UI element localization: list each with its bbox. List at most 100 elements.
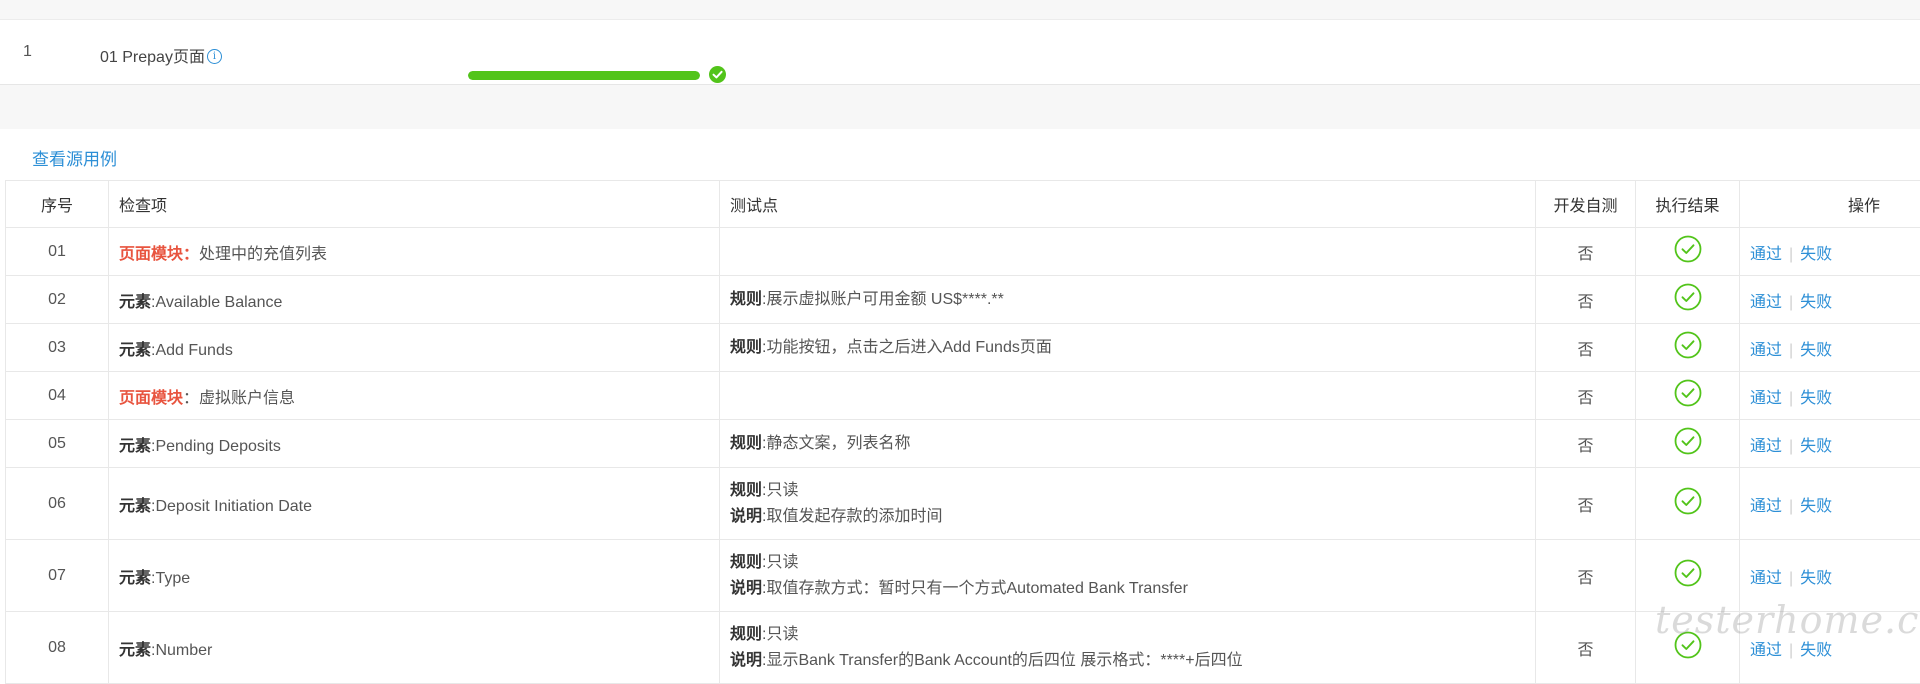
table-row: 08元素:Number规则:只读说明:显示Bank Transfer的Bank … xyxy=(6,612,1920,684)
row-actions: 通过 | 失败 xyxy=(1740,228,1920,276)
table-row: 06元素:Deposit Initiation Date规则:只读说明:取值发起… xyxy=(6,468,1920,540)
row-test-point xyxy=(720,228,1536,276)
table-body: 01页面模块：处理中的充值列表否通过|失败02元素:Available Bala… xyxy=(6,228,1920,684)
fail-button[interactable]: 失败 xyxy=(1800,342,1832,359)
test-point-line: 规则:展示虚拟账户可用金额 US$****.** xyxy=(730,287,1525,313)
test-point-line: 规则:静态文案，列表名称 xyxy=(730,431,1525,457)
progress-complete-icon xyxy=(709,66,726,83)
header-seq: 序号 xyxy=(6,181,109,228)
top-band xyxy=(0,0,1920,20)
fail-button[interactable]: 失败 xyxy=(1800,390,1832,407)
check-circle-icon xyxy=(1674,427,1702,460)
fail-button[interactable]: 失败 xyxy=(1800,246,1832,263)
row-check-item: 元素:Deposit Initiation Date xyxy=(109,468,720,540)
fail-button[interactable]: 失败 xyxy=(1800,294,1832,311)
check-circle-icon xyxy=(1674,379,1702,412)
item-label: 页面模块： xyxy=(119,246,199,263)
row-check-item: 元素:Available Balance xyxy=(109,276,720,324)
action-divider: | xyxy=(1789,570,1793,587)
test-point-text: :功能按钮，点击之后进入Add Funds页面 xyxy=(762,339,1052,356)
section-divider xyxy=(0,85,1920,129)
row-result xyxy=(1636,372,1740,420)
item-label: 元素 xyxy=(119,294,151,311)
row-seq: 02 xyxy=(6,276,109,324)
action-divider: | xyxy=(1789,498,1793,515)
test-point-label: 规则 xyxy=(730,435,762,452)
pass-button[interactable]: 通过 xyxy=(1750,342,1782,359)
row-dev-selftest: 否 xyxy=(1536,420,1636,468)
action-divider: | xyxy=(1789,642,1793,659)
test-point-text: :只读 xyxy=(762,554,798,571)
row-dev-selftest: 否 xyxy=(1536,468,1636,540)
test-point-line: 规则:功能按钮，点击之后进入Add Funds页面 xyxy=(730,335,1525,361)
pass-button[interactable]: 通过 xyxy=(1750,642,1782,659)
row-test-point: 规则:功能按钮，点击之后进入Add Funds页面 xyxy=(720,324,1536,372)
item-label: 页面模块 xyxy=(119,390,183,407)
action-divider: | xyxy=(1789,438,1793,455)
item-text: :Type xyxy=(151,570,190,587)
test-point-line: 说明:显示Bank Transfer的Bank Account的后四位 展示格式… xyxy=(730,648,1525,674)
case-summary-row[interactable]: 1 01 Prepay页面i xyxy=(0,20,1920,85)
header-point: 测试点 xyxy=(720,181,1536,228)
test-point-label: 规则 xyxy=(730,482,762,499)
row-test-point: 规则:静态文案，列表名称 xyxy=(720,420,1536,468)
fail-button[interactable]: 失败 xyxy=(1800,498,1832,515)
fail-button[interactable]: 失败 xyxy=(1800,438,1832,455)
test-point-line: 规则:只读 xyxy=(730,478,1525,504)
test-point-line: 说明:取值存款方式：暂时只有一个方式Automated Bank Transfe… xyxy=(730,576,1525,602)
row-actions: 通过 | 失败 xyxy=(1740,540,1920,612)
action-divider: | xyxy=(1789,246,1793,263)
info-icon[interactable]: i xyxy=(207,49,222,64)
table-row: 07元素:Type规则:只读说明:取值存款方式：暂时只有一个方式Automate… xyxy=(6,540,1920,612)
row-seq: 04 xyxy=(6,372,109,420)
row-seq: 03 xyxy=(6,324,109,372)
check-circle-icon xyxy=(1674,487,1702,520)
row-dev-selftest: 否 xyxy=(1536,612,1636,684)
row-actions: 通过 | 失败 xyxy=(1740,372,1920,420)
progress-fill xyxy=(468,71,700,80)
row-dev-selftest: 否 xyxy=(1536,540,1636,612)
row-dev-selftest: 否 xyxy=(1536,324,1636,372)
test-point-label: 说明 xyxy=(730,508,762,525)
row-result xyxy=(1636,228,1740,276)
row-result xyxy=(1636,540,1740,612)
item-text: :Number xyxy=(151,642,212,659)
case-index: 1 xyxy=(23,43,32,61)
pass-button[interactable]: 通过 xyxy=(1750,294,1782,311)
row-seq: 01 xyxy=(6,228,109,276)
test-point-text: :静态文案，列表名称 xyxy=(762,435,910,452)
check-circle-icon xyxy=(1674,331,1702,364)
row-check-item: 页面模块：虚拟账户信息 xyxy=(109,372,720,420)
action-divider: | xyxy=(1789,390,1793,407)
row-seq: 05 xyxy=(6,420,109,468)
pass-button[interactable]: 通过 xyxy=(1750,570,1782,587)
test-point-label: 规则 xyxy=(730,554,762,571)
item-label: 元素 xyxy=(119,342,151,359)
table-row: 01页面模块：处理中的充值列表否通过|失败 xyxy=(6,228,1920,276)
header-item: 检查项 xyxy=(109,181,720,228)
row-seq: 07 xyxy=(6,540,109,612)
row-actions: 通过 | 失败 xyxy=(1740,420,1920,468)
row-test-point: 规则:只读说明:取值存款方式：暂时只有一个方式Automated Bank Tr… xyxy=(720,540,1536,612)
fail-button[interactable]: 失败 xyxy=(1800,570,1832,587)
row-dev-selftest: 否 xyxy=(1536,276,1636,324)
row-test-point: 规则:展示虚拟账户可用金额 US$****.** xyxy=(720,276,1536,324)
check-circle-icon xyxy=(1674,559,1702,592)
pass-button[interactable]: 通过 xyxy=(1750,498,1782,515)
row-check-item: 页面模块：处理中的充值列表 xyxy=(109,228,720,276)
item-text: :Available Balance xyxy=(151,294,282,311)
pass-button[interactable]: 通过 xyxy=(1750,390,1782,407)
row-seq: 06 xyxy=(6,468,109,540)
table-row: 05元素:Pending Deposits规则:静态文案，列表名称否通过|失败 xyxy=(6,420,1920,468)
item-text: 处理中的充值列表 xyxy=(199,246,327,263)
row-result xyxy=(1636,276,1740,324)
pass-button[interactable]: 通过 xyxy=(1750,246,1782,263)
fail-button[interactable]: 失败 xyxy=(1800,642,1832,659)
action-divider: | xyxy=(1789,342,1793,359)
row-test-point xyxy=(720,372,1536,420)
view-source-case-link[interactable]: 查看源用例 xyxy=(32,145,117,170)
pass-button[interactable]: 通过 xyxy=(1750,438,1782,455)
check-circle-icon xyxy=(1674,631,1702,664)
test-point-label: 规则 xyxy=(730,291,762,308)
case-name-text: 01 Prepay页面 xyxy=(100,49,205,66)
